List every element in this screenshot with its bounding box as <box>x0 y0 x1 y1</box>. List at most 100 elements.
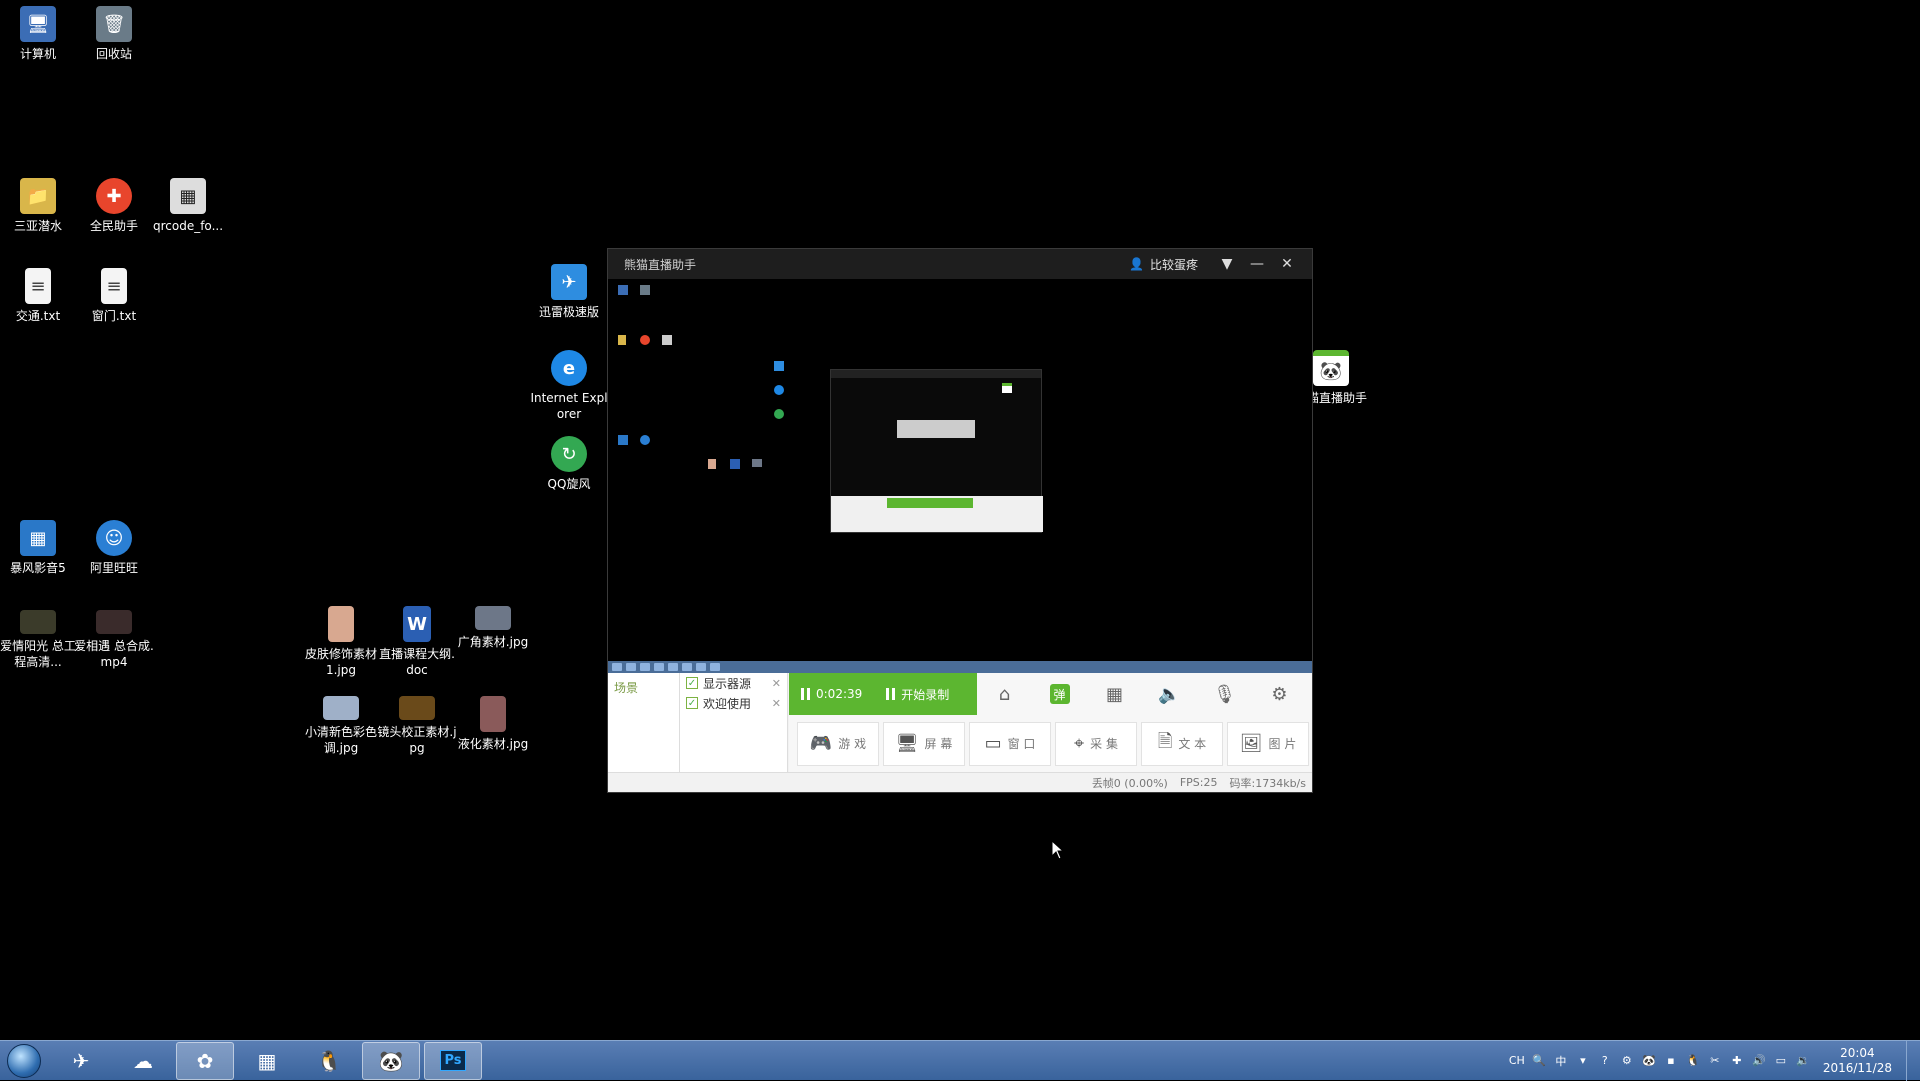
desktop-icon-recycle-bin[interactable]: 🗑 回收站 <box>73 6 155 62</box>
search-icon[interactable]: 🔍 <box>1531 1053 1547 1069</box>
title-bar[interactable]: 熊猫直播助手 👤 比较蛋疼 ▼ — ✕ <box>608 249 1312 279</box>
remove-source-icon[interactable]: ✕ <box>772 697 781 710</box>
taskbar-app-photoshop[interactable]: Ps <box>424 1041 482 1080</box>
add-game-button[interactable]: 🎮 游 戏 <box>797 721 879 766</box>
add-window-button[interactable]: ▭ 窗 口 <box>969 721 1051 766</box>
desktop-icon-img-fresh[interactable]: 小清新色彩色调.jpg <box>300 696 382 756</box>
minimize-button[interactable]: — <box>1242 249 1272 279</box>
gear-icon: ⚙ <box>1271 683 1288 705</box>
panda-tray-icon[interactable]: 🐼 <box>1641 1053 1657 1069</box>
taskbar-app-qq[interactable]: 🐧 <box>300 1042 358 1080</box>
speaker-button[interactable]: 🔈 <box>1142 673 1197 715</box>
live-control-bar: 0:02:39 开始录制 <box>789 673 977 715</box>
panda-live-icon: 🐼 <box>378 1048 404 1073</box>
desktop-icon-quanmin[interactable]: ✚ 全民助手 <box>73 178 155 234</box>
video-player-icon: ▦ <box>20 520 56 556</box>
desktop-icon-img-liquify[interactable]: 液化素材.jpg <box>452 696 534 752</box>
desktop-icon-label: 阿里旺旺 <box>89 561 138 575</box>
volume-icon[interactable]: 🔊 <box>1751 1053 1767 1069</box>
clock-date: 2016/11/28 <box>1822 1060 1892 1075</box>
taskbar-app-picasa[interactable]: ✿ <box>176 1041 234 1080</box>
taskbar-app-baidu-cloud[interactable]: ☁ <box>114 1042 172 1080</box>
add-capture-button[interactable]: ⌖ 采 集 <box>1055 721 1137 766</box>
tool-icon[interactable]: ✂ <box>1707 1053 1723 1069</box>
taskbar-app-panda-live[interactable]: 🐼 <box>362 1041 420 1080</box>
source-checkbox[interactable]: ✓ <box>686 697 698 709</box>
desktop-icon-txt-1[interactable]: ≡ 交通.txt <box>0 268 79 324</box>
help-icon[interactable]: ? <box>1597 1053 1613 1069</box>
desktop-icon-img-skin[interactable]: 皮肤修饰素材1.jpg <box>300 606 382 678</box>
desktop-icon-computer[interactable]: 🖥 计算机 <box>0 6 79 62</box>
add-button-label: 文 本 <box>1178 737 1207 751</box>
dropdown-button[interactable]: ▼ <box>1212 249 1242 279</box>
desktop-icon-img-wide[interactable]: 广角素材.jpg <box>452 606 534 650</box>
desktop-icon-label: qrcode_fo... <box>152 219 224 233</box>
add-screen-button[interactable]: 🖥 屏 幕 <box>883 721 965 766</box>
security-icon[interactable]: ✚ <box>1729 1053 1745 1069</box>
nvidia-icon[interactable]: ▪ <box>1663 1053 1679 1069</box>
taskbar: ✈ ☁ ✿ ▦ 🐧 🐼 Ps CH 🔍 中 ▾ ? ⚙ 🐼 ▪ 🐧 ✂ ✚ 🔊 … <box>0 1040 1920 1081</box>
start-button[interactable] <box>0 1041 48 1081</box>
thunder-icon: ✈ <box>551 264 587 300</box>
close-button[interactable]: ✕ <box>1272 249 1302 279</box>
show-desktop-button[interactable] <box>1906 1040 1920 1081</box>
app-icon: ✚ <box>96 178 132 214</box>
live-timer-button[interactable]: 0:02:39 <box>789 687 874 701</box>
text-file-icon: ≡ <box>25 268 51 304</box>
grid-icon: ▦ <box>1105 683 1123 705</box>
chevron-down-icon[interactable]: ▾ <box>1575 1053 1591 1069</box>
source-checkbox[interactable]: ✓ <box>686 677 698 689</box>
desktop-icon-label: 交通.txt <box>15 309 61 323</box>
film-icon: ▦ <box>257 1048 277 1073</box>
document-icon: 🗎 <box>1157 730 1173 752</box>
add-text-button[interactable]: 🗎 文 本 <box>1141 721 1223 766</box>
desktop-icon-qq-whirlwind[interactable]: ↻ QQ旋风 <box>528 436 610 492</box>
qrcode-icon: ▦ <box>170 178 206 214</box>
qq-tray-icon[interactable]: 🐧 <box>1685 1053 1701 1069</box>
desktop-icon-txt-2[interactable]: ≡ 窗门.txt <box>73 268 155 324</box>
network-icon[interactable]: ▭ <box>1773 1053 1789 1069</box>
add-image-button[interactable]: 🖼 图 片 <box>1227 721 1309 766</box>
add-button-label: 游 戏 <box>838 737 867 751</box>
desktop-icon-storm-player[interactable]: ▦ 暴风影音5 <box>0 520 79 576</box>
cloud-icon: ☁ <box>133 1048 153 1073</box>
qq-icon: 🐧 <box>316 1048 342 1073</box>
desktop-icon-aliwangwang[interactable]: ☺ 阿里旺旺 <box>73 520 155 576</box>
desktop-icon-ie[interactable]: e Internet Explorer <box>528 350 610 422</box>
status-bar: 丢帧0 (0.00%) FPS:25 码率:1734kb/s <box>608 772 1312 792</box>
desktop-icon-doc[interactable]: W 直播课程大纲.doc <box>376 606 458 678</box>
settings-button[interactable]: ⚙ <box>1252 673 1307 715</box>
window-icon: ▭ <box>984 733 1002 754</box>
layout-button[interactable]: ▦ <box>1087 673 1142 715</box>
desktop-icon-folder[interactable]: 📁 三亚潜水 <box>0 178 79 234</box>
qq-whirlwind-icon: ↻ <box>551 436 587 472</box>
desktop-icon-label: 液化素材.jpg <box>457 737 529 751</box>
desktop-icon-thunder[interactable]: ✈ 迅雷极速版 <box>528 264 610 320</box>
record-button[interactable]: 开始录制 <box>874 686 961 703</box>
ime-indicator[interactable]: 中 <box>1553 1053 1569 1069</box>
add-button-label: 窗 口 <box>1007 737 1036 751</box>
desktop-icon-label: 全民助手 <box>89 219 138 233</box>
desktop-icon-video-1[interactable]: 爱情阳光 总工程高清... <box>0 610 79 670</box>
language-indicator[interactable]: CH <box>1509 1053 1525 1069</box>
microphone-button[interactable]: 🎙 <box>1197 673 1252 715</box>
taskbar-app-thunder[interactable]: ✈ <box>52 1042 110 1080</box>
desktop-icon-label: 爱情阳光 总工程高清... <box>0 639 76 669</box>
clock[interactable]: 20:04 2016/11/28 <box>1823 1046 1892 1076</box>
source-item[interactable]: ✓ 显示器源 ✕ <box>680 673 787 693</box>
desktop-icon-img-lens[interactable]: 镜头校正素材.jpg <box>376 696 458 756</box>
user-menu[interactable]: 👤 比较蛋疼 <box>1129 256 1198 273</box>
source-label: 欢迎使用 <box>703 696 752 711</box>
desktop-icon-qrcode[interactable]: ▦ qrcode_fo... <box>147 178 229 234</box>
home-button[interactable]: ⌂ <box>977 673 1032 715</box>
remove-source-icon[interactable]: ✕ <box>772 677 781 690</box>
speaker-tray-icon[interactable]: 🔉 <box>1795 1053 1811 1069</box>
source-item[interactable]: ✓ 欢迎使用 ✕ <box>680 693 787 713</box>
control-toolbar: 0:02:39 开始录制 ⌂ 弹 ▦ 🔈 🎙 ⚙ <box>789 673 1312 715</box>
desktop-icon-video-2[interactable]: 爱相遇 总合成.mp4 <box>73 610 155 670</box>
danmaku-button[interactable]: 弹 <box>1032 673 1087 715</box>
fps-readout: FPS:25 <box>1179 776 1218 789</box>
settings-tray-icon[interactable]: ⚙ <box>1619 1053 1635 1069</box>
taskbar-app-video[interactable]: ▦ <box>238 1042 296 1080</box>
desktop-icon-label: 爱相遇 总合成.mp4 <box>74 639 154 669</box>
